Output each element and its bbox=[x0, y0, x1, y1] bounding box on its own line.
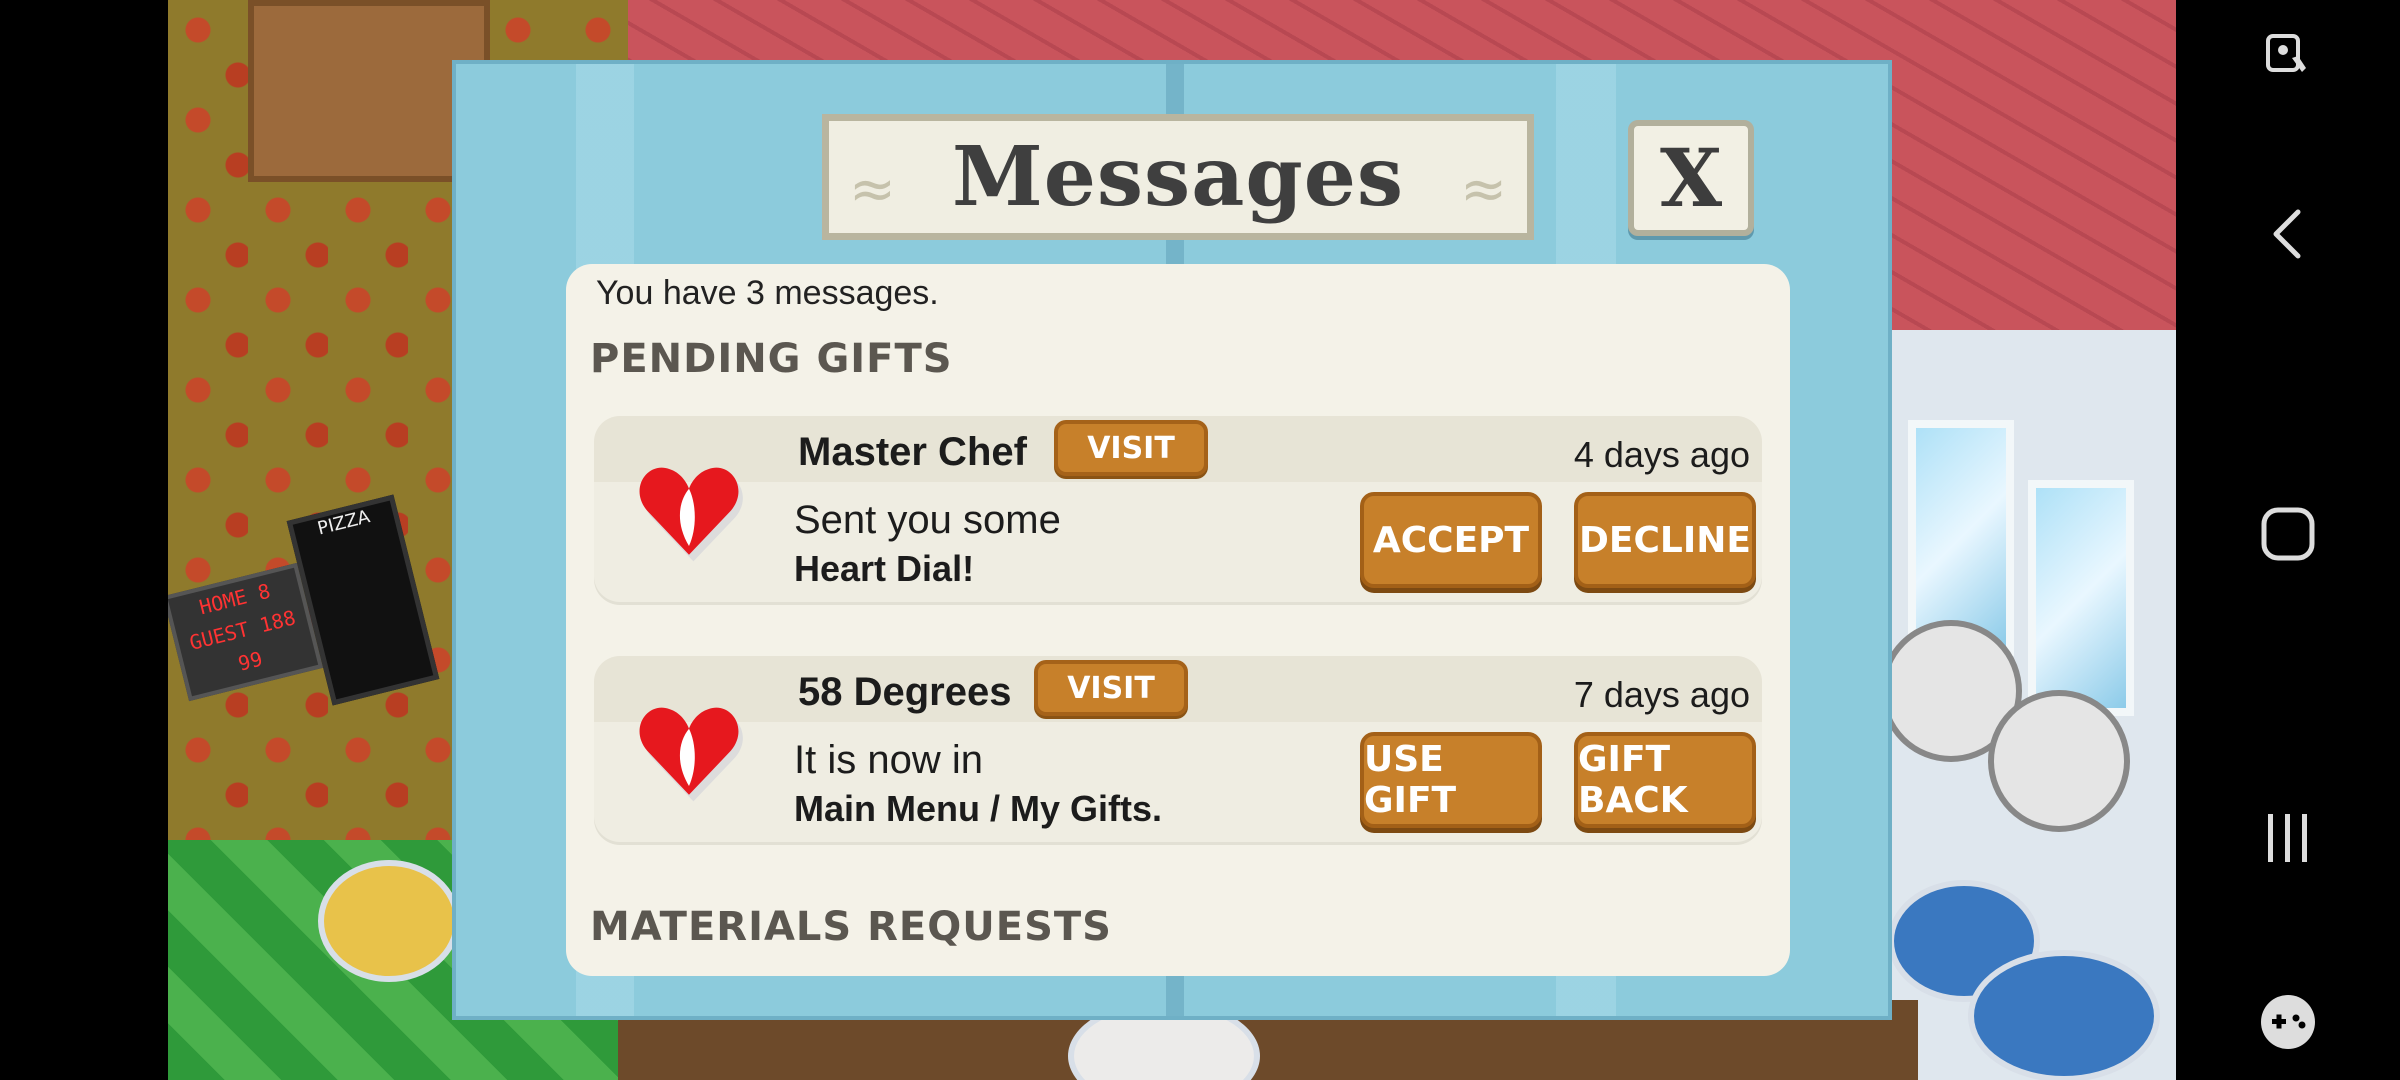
section-pending-gifts: PENDING GIFTS bbox=[590, 336, 953, 382]
swirl-left-icon: ≈ bbox=[849, 157, 896, 222]
section-materials-requests: MATERIALS REQUESTS bbox=[590, 904, 1112, 950]
messages-dialog: ≈ Messages ≈ X You have 3 messages. PEND… bbox=[452, 60, 1892, 1020]
gift-back-button[interactable]: GIFT BACK bbox=[1574, 732, 1756, 828]
heart-icon bbox=[639, 707, 743, 802]
system-navigation-bar bbox=[2176, 0, 2400, 1080]
swirl-right-icon: ≈ bbox=[1460, 157, 1507, 222]
heart-icon bbox=[639, 467, 743, 562]
message-count: You have 3 messages. bbox=[596, 274, 939, 312]
close-button[interactable]: X bbox=[1628, 120, 1754, 236]
visit-button[interactable]: VISIT bbox=[1054, 420, 1208, 476]
dialog-title: Messages bbox=[951, 129, 1405, 225]
message-text: Sent you some bbox=[794, 498, 1061, 542]
message-age: 4 days ago bbox=[1573, 434, 1750, 475]
decline-button[interactable]: DECLINE bbox=[1574, 492, 1756, 588]
sender-name: Master Chef bbox=[798, 430, 1027, 474]
kitchen-window bbox=[2028, 480, 2134, 716]
use-gift-button[interactable]: USE GIFT bbox=[1360, 732, 1542, 828]
dialog-title-plaque: ≈ Messages ≈ bbox=[822, 114, 1534, 240]
message-text: It is now in bbox=[794, 738, 983, 782]
cookbook-stove[interactable] bbox=[1988, 690, 2130, 832]
recents-icon[interactable] bbox=[2250, 800, 2326, 876]
game-launcher-icon[interactable] bbox=[2250, 984, 2326, 1060]
sender-name: 58 Degrees bbox=[798, 670, 1012, 714]
messages-panel[interactable]: You have 3 messages. PENDING GIFTS Maste… bbox=[566, 264, 1790, 976]
back-icon[interactable] bbox=[2250, 196, 2326, 272]
message-item: Master Chef VISIT 4 days ago Sent you so… bbox=[594, 416, 1762, 602]
visit-button[interactable]: VISIT bbox=[1034, 660, 1188, 716]
accept-button[interactable]: ACCEPT bbox=[1360, 492, 1542, 588]
food-plate[interactable] bbox=[1968, 950, 2160, 1080]
screen-lock-icon[interactable] bbox=[2250, 18, 2326, 94]
food-plate[interactable] bbox=[318, 860, 460, 982]
message-item: 58 Degrees VISIT 7 days ago It is now in… bbox=[594, 656, 1762, 842]
message-age: 7 days ago bbox=[1573, 674, 1750, 715]
gift-name: Heart Dial! bbox=[794, 548, 975, 589]
gift-location: Main Menu / My Gifts. bbox=[794, 788, 1163, 829]
home-icon[interactable] bbox=[2250, 496, 2326, 572]
